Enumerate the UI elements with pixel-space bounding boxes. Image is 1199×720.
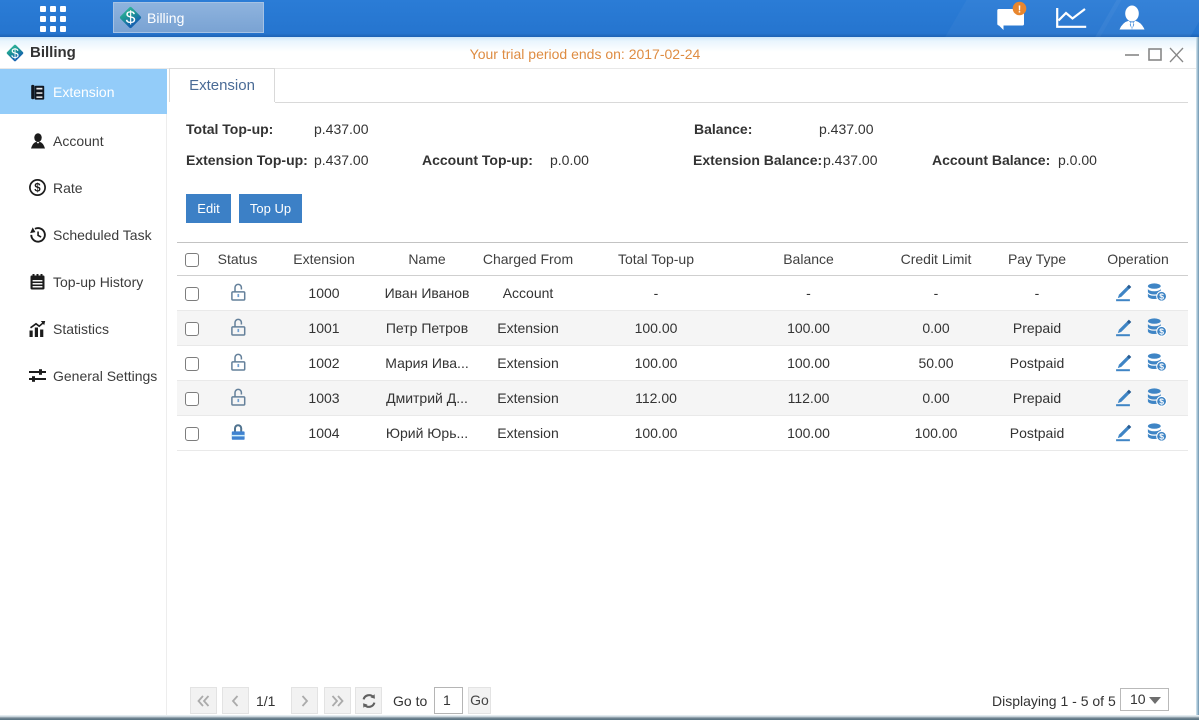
svg-text:$: $: [1159, 326, 1164, 336]
svg-text:$: $: [126, 8, 136, 28]
svg-text:$: $: [34, 183, 41, 195]
svg-text:!: !: [1018, 3, 1022, 15]
svg-text:$: $: [1159, 361, 1164, 371]
svg-text:$: $: [1159, 396, 1164, 406]
svg-text:$: $: [1159, 431, 1164, 441]
svg-text:$: $: [1159, 291, 1164, 301]
